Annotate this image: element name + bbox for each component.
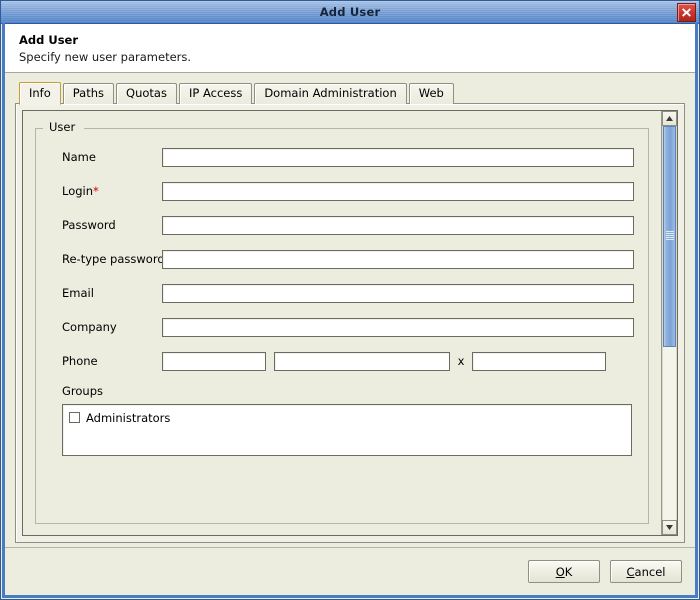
ok-rest: K (564, 564, 573, 579)
login-input[interactable] (162, 181, 634, 201)
password-label: Password (62, 218, 116, 232)
tab-ip-access[interactable]: IP Access (178, 83, 253, 104)
group-border-right (84, 128, 649, 129)
vertical-scrollbar[interactable] (661, 111, 677, 535)
checkbox-icon[interactable] (69, 412, 80, 423)
ok-mnemonic: O (555, 564, 565, 579)
list-item[interactable]: Administrators (69, 410, 625, 425)
scroll-up-button[interactable] (662, 111, 677, 126)
info-form-content: User Name Login* Password Re-type passwo… (23, 111, 661, 535)
triangle-up-icon (666, 116, 673, 121)
user-group-box: User Name Login* Password Re-type passwo… (35, 120, 649, 524)
tab-web[interactable]: Web (408, 83, 454, 104)
name-input[interactable] (162, 147, 634, 167)
tab-paths[interactable]: Paths (62, 83, 115, 104)
scrollbar-track[interactable] (662, 126, 677, 520)
tab-strip: Info Paths Quotas IP Access Domain Admin… (15, 82, 685, 105)
window-frame-right (695, 23, 698, 598)
row-retype-password: Re-type password (50, 242, 634, 276)
row-email: Email (50, 276, 634, 310)
info-scroll-pane: User Name Login* Password Re-type passwo… (22, 110, 678, 536)
tab-panel-info: User Name Login* Password Re-type passwo… (15, 103, 685, 543)
dialog-button-bar: OK Cancel (5, 547, 695, 595)
close-button[interactable] (677, 3, 696, 22)
email-label: Email (62, 286, 94, 300)
login-label: Login* (50, 184, 162, 198)
window-frame-left (2, 23, 5, 598)
email-input[interactable] (162, 283, 634, 303)
tab-info[interactable]: Info (19, 82, 61, 105)
triangle-down-icon (666, 525, 673, 530)
tab-quotas[interactable]: Quotas (116, 83, 177, 104)
tab-paths-label: Paths (72, 86, 105, 100)
cancel-button[interactable]: Cancel (610, 560, 682, 583)
retype-password-label: Re-type password (62, 252, 165, 266)
phone-label: Phone (62, 354, 98, 368)
row-company: Company (50, 310, 634, 344)
tab-domain-administration[interactable]: Domain Administration (254, 83, 407, 104)
row-phone: Phone x (50, 344, 634, 378)
cancel-mnemonic: C (626, 564, 635, 579)
tab-web-label: Web (418, 86, 444, 100)
cancel-rest: ancel (634, 564, 666, 579)
company-input[interactable] (162, 317, 634, 337)
ok-button[interactable]: OK (528, 560, 600, 583)
retype-password-input[interactable] (162, 249, 634, 269)
header-title: Add User (19, 33, 79, 47)
phone-number-input[interactable] (274, 351, 450, 371)
tab-quotas-label: Quotas (126, 86, 167, 100)
tab-domain-administration-label: Domain Administration (264, 86, 397, 100)
tab-ip-access-label: IP Access (188, 86, 243, 100)
scrollbar-grip-icon (665, 231, 674, 242)
phone-extension-input[interactable] (472, 351, 606, 371)
add-user-dialog: Add User Add User Specify new user param… (0, 0, 700, 600)
dialog-body: Info Paths Quotas IP Access Domain Admin… (5, 73, 695, 547)
scroll-down-button[interactable] (662, 520, 677, 535)
groups-list[interactable]: Administrators (62, 404, 632, 456)
login-required-marker: * (93, 184, 99, 198)
window-frame-bottom (2, 595, 698, 598)
tab-info-label: Info (29, 86, 51, 100)
header-subtitle: Specify new user parameters. (19, 50, 192, 64)
dialog-header: Add User Specify new user parameters. (5, 24, 695, 73)
phone-extension-separator: x (457, 354, 465, 368)
password-input[interactable] (162, 215, 634, 235)
scrollbar-thumb[interactable] (663, 126, 676, 347)
name-label: Name (62, 150, 96, 164)
group-border-left (35, 128, 43, 129)
group-item-label: Administrators (86, 410, 171, 425)
login-label-text: Login (62, 184, 94, 198)
phone-area-input[interactable] (162, 351, 266, 371)
row-password: Password (50, 208, 634, 242)
row-name: Name (50, 140, 634, 174)
window-title: Add User (319, 5, 381, 19)
groups-label: Groups (62, 384, 104, 398)
row-login: Login* (50, 174, 634, 208)
company-label: Company (62, 320, 117, 334)
user-group-title: User (45, 120, 80, 134)
close-x-icon (682, 8, 691, 17)
title-bar: Add User (1, 1, 699, 24)
